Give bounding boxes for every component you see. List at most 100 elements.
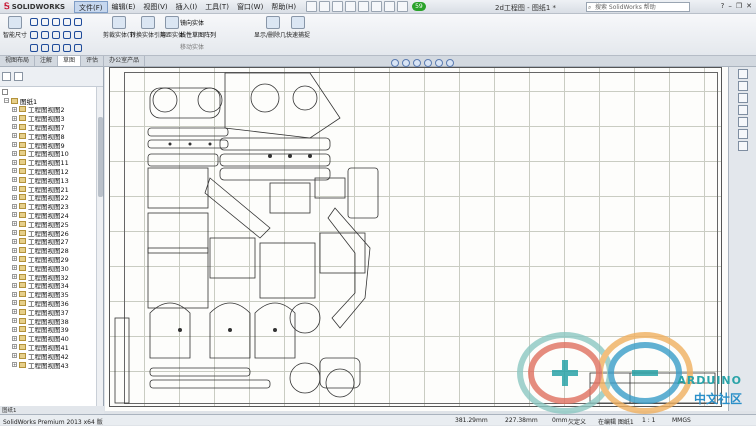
minimize-icon[interactable]: – xyxy=(728,2,732,10)
tab-annotation[interactable]: 注解 xyxy=(35,56,59,66)
pattern-tools: 镜向实体 线性草图阵列 移动实体 xyxy=(180,18,216,51)
expand-icon[interactable]: + xyxy=(12,203,17,209)
resources-icon[interactable] xyxy=(737,69,748,79)
sheet-scale[interactable]: 1 : 1 xyxy=(642,417,655,424)
expand-icon[interactable]: + xyxy=(12,335,17,341)
tab-view-layout[interactable]: 视图布局 xyxy=(0,56,36,66)
expand-icon[interactable]: + xyxy=(12,133,17,139)
design-library-icon[interactable] xyxy=(737,81,748,91)
expand-icon[interactable]: + xyxy=(12,124,17,130)
forum-icon[interactable] xyxy=(737,141,748,151)
help-icon[interactable]: ? xyxy=(721,2,725,10)
options-icon[interactable] xyxy=(397,1,409,12)
zoom-fit-icon[interactable] xyxy=(391,59,399,67)
spline-icon[interactable] xyxy=(41,31,49,39)
expand-icon[interactable]: + xyxy=(12,194,17,200)
new-icon[interactable] xyxy=(306,1,318,12)
centerline-icon[interactable] xyxy=(30,44,38,52)
expand-icon[interactable]: + xyxy=(12,291,17,297)
plane-icon[interactable] xyxy=(52,44,60,52)
expand-icon[interactable]: + xyxy=(12,256,17,262)
search-input[interactable]: ⌕ 搜索 SolidWorks 帮助 xyxy=(586,2,690,12)
expand-icon[interactable]: + xyxy=(12,353,17,359)
expand-icon[interactable]: + xyxy=(12,142,17,148)
expand-icon[interactable]: + xyxy=(12,247,17,253)
text-icon[interactable] xyxy=(41,44,49,52)
menu-view[interactable]: 视图(V) xyxy=(139,1,171,13)
move-entities-button[interactable]: 移动实体 xyxy=(180,42,216,51)
restore-icon[interactable]: ❐ xyxy=(736,2,742,10)
construction-icon[interactable] xyxy=(63,44,71,52)
view-settings-icon[interactable] xyxy=(446,59,454,67)
expand-icon[interactable]: + xyxy=(12,274,17,280)
expand-icon[interactable]: + xyxy=(12,362,17,367)
ellipse-icon[interactable] xyxy=(52,31,60,39)
appearances-icon[interactable] xyxy=(737,117,748,127)
expand-icon[interactable]: + xyxy=(12,150,17,156)
tab-sketch[interactable]: 草图 xyxy=(58,56,82,66)
expand-icon[interactable]: + xyxy=(12,326,17,332)
save-icon[interactable] xyxy=(332,1,344,12)
expand-icon[interactable]: + xyxy=(12,238,17,244)
expand-icon[interactable]: + xyxy=(12,159,17,165)
print-icon[interactable] xyxy=(345,1,357,12)
scroll-thumb[interactable] xyxy=(98,117,103,197)
filter-icon[interactable] xyxy=(2,88,8,95)
pan-icon[interactable] xyxy=(424,59,432,67)
arc-icon[interactable] xyxy=(74,18,82,26)
property-manager-icon[interactable] xyxy=(14,72,23,81)
open-icon[interactable] xyxy=(319,1,331,12)
tab-evaluate[interactable]: 评估 xyxy=(81,56,105,66)
menu-help[interactable]: 帮助(H) xyxy=(267,1,300,13)
unit-system[interactable]: MMGS xyxy=(672,417,691,424)
menu-window[interactable]: 窗口(W) xyxy=(233,1,267,13)
fillet-icon[interactable] xyxy=(63,31,71,39)
menu-file[interactable]: 文件(F) xyxy=(74,0,108,13)
quick-snaps-button[interactable]: 快速捕捉 xyxy=(286,16,310,39)
tab-office-products[interactable]: 办公室产品 xyxy=(104,56,146,66)
expand-icon[interactable]: + xyxy=(12,186,17,192)
expand-icon[interactable]: + xyxy=(12,265,17,271)
rectangle-icon[interactable] xyxy=(41,18,49,26)
expand-icon[interactable]: + xyxy=(12,230,17,236)
expand-icon[interactable]: + xyxy=(12,212,17,218)
linear-pattern-button[interactable]: 线性草图阵列 xyxy=(180,30,216,39)
display-style-icon[interactable] xyxy=(435,59,443,67)
view-palette-icon[interactable] xyxy=(737,105,748,115)
polygon-icon[interactable] xyxy=(30,31,38,39)
point-icon[interactable] xyxy=(74,31,82,39)
smart-dimension-button[interactable]: 智能尺寸 xyxy=(3,16,27,39)
expand-icon[interactable]: + xyxy=(12,177,17,183)
expand-icon[interactable]: + xyxy=(12,282,17,288)
drawing-view-icon xyxy=(19,335,26,342)
menu-insert[interactable]: 插入(I) xyxy=(172,1,202,13)
close-icon[interactable]: ✕ xyxy=(746,2,752,10)
menu-tools[interactable]: 工具(T) xyxy=(201,1,233,13)
select-icon[interactable] xyxy=(371,1,383,12)
collapse-icon[interactable]: − xyxy=(4,98,9,103)
circle-icon[interactable] xyxy=(63,18,71,26)
sheet-tab[interactable]: 图纸1 xyxy=(2,406,17,414)
rebuild-icon[interactable] xyxy=(384,1,396,12)
tree-item[interactable]: + 工程图视图43 xyxy=(0,360,103,370)
undo-icon[interactable] xyxy=(358,1,370,12)
expand-icon[interactable]: + xyxy=(12,168,17,174)
file-explorer-icon[interactable] xyxy=(737,93,748,103)
expand-icon[interactable]: + xyxy=(12,106,17,112)
chamfer-icon[interactable] xyxy=(74,44,82,52)
expand-icon[interactable]: + xyxy=(12,318,17,324)
expand-icon[interactable]: + xyxy=(12,221,17,227)
expand-icon[interactable]: + xyxy=(12,300,17,306)
custom-properties-icon[interactable] xyxy=(737,129,748,139)
zoom-area-icon[interactable] xyxy=(402,59,410,67)
mirror-entities-button[interactable]: 镜向实体 xyxy=(180,18,216,27)
previous-view-icon[interactable] xyxy=(413,59,421,67)
menu-edit[interactable]: 编辑(E) xyxy=(108,1,140,13)
expand-icon[interactable]: + xyxy=(12,309,17,315)
tree-scrollbar[interactable] xyxy=(96,87,103,411)
expand-icon[interactable]: + xyxy=(12,344,17,350)
line-icon[interactable] xyxy=(30,18,38,26)
feature-tree-icon[interactable] xyxy=(2,72,11,81)
expand-icon[interactable]: + xyxy=(12,115,17,121)
slot-icon[interactable] xyxy=(52,18,60,26)
